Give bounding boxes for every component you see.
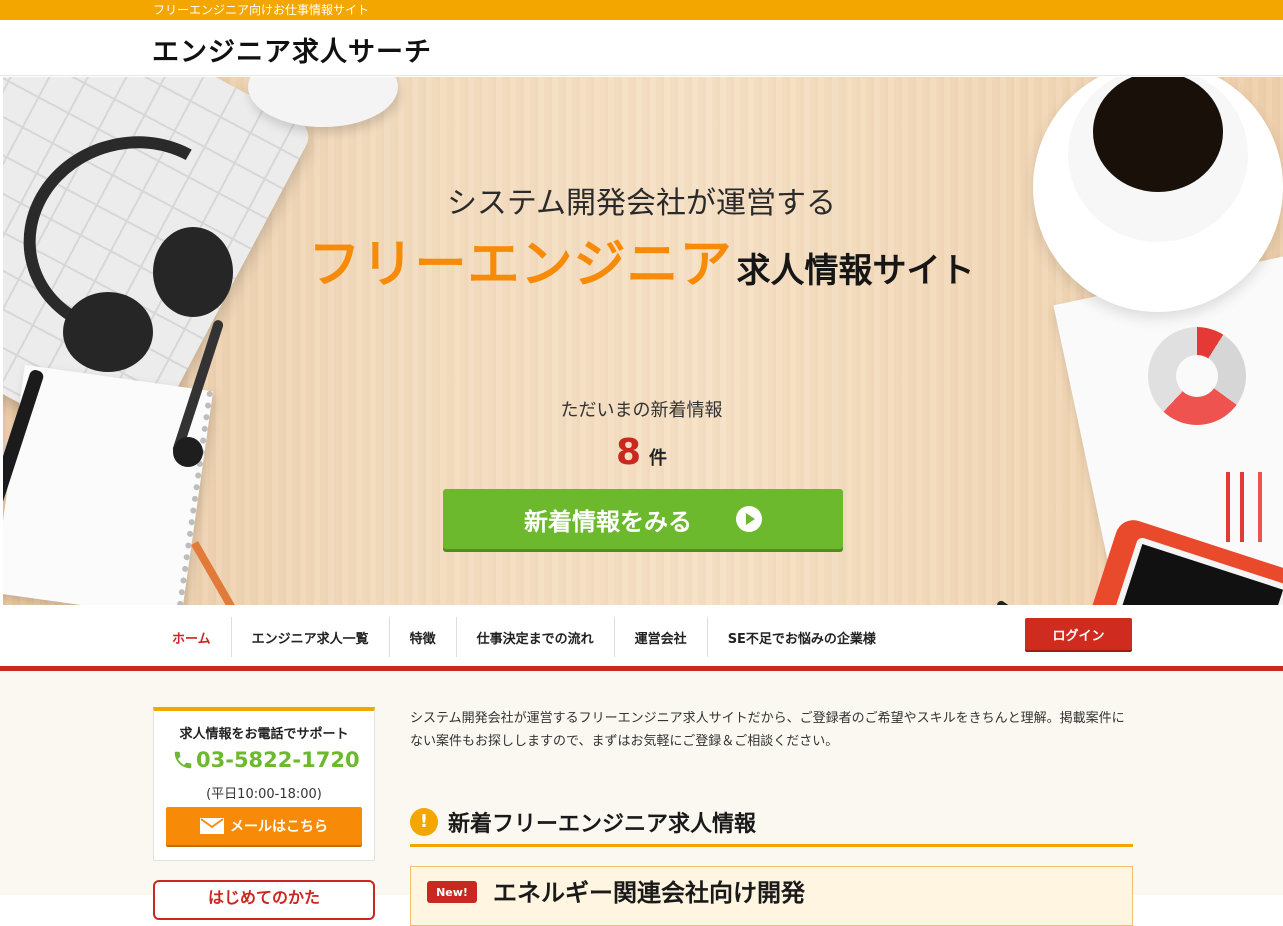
bar-chart-image <box>1218 472 1278 542</box>
nav-item-company[interactable]: 運営会社 <box>615 617 708 657</box>
section-heading: ! 新着フリーエンジニア求人情報 <box>410 799 1133 847</box>
play-circle-icon <box>736 506 762 532</box>
news-count: 8件 <box>0 432 1283 473</box>
view-news-button[interactable]: 新着情報をみる <box>443 489 843 549</box>
mail-button-label: メールはこちら <box>230 819 328 835</box>
news-count-number: 8 <box>615 432 642 473</box>
site-logo[interactable]: エンジニア求人サーチ <box>152 30 432 69</box>
hero-subtitle: システム開発会社が運営する <box>446 186 837 221</box>
hero-title-rest: 求人情報サイト <box>736 251 975 291</box>
mail-button[interactable]: メールはこちら <box>166 807 362 845</box>
view-news-button-label: 新着情報をみる <box>524 507 692 536</box>
support-phone[interactable]: 03-5822-1720 <box>172 747 360 773</box>
hero-title-accent: フリーエンジニア <box>308 235 733 295</box>
top-strip: フリーエンジニア向けお仕事情報サイト <box>0 0 1283 20</box>
job-card[interactable]: New! エネルギー関連会社向け開発 <box>410 866 1133 926</box>
support-hours: (平日10:00-18:00) <box>206 787 322 802</box>
nav-items: ホーム エンジニア求人一覧 特徴 仕事決定までの流れ 運営会社 SE不足でお悩み… <box>152 617 896 657</box>
header: エンジニア求人サーチ <box>0 20 1283 76</box>
support-title: 求人情報をお電話でサポート <box>179 727 349 742</box>
coffee-image <box>1093 77 1223 192</box>
mail-icon <box>200 818 224 834</box>
login-button[interactable]: ログイン <box>1025 618 1132 650</box>
nav-item-flow[interactable]: 仕事決定までの流れ <box>457 617 615 657</box>
alert-icon: ! <box>410 807 438 836</box>
beginner-link[interactable]: はじめてのかた <box>153 880 375 920</box>
nav-item-job-list[interactable]: エンジニア求人一覧 <box>232 617 390 657</box>
news-count-unit: 件 <box>649 448 668 469</box>
job-title[interactable]: エネルギー関連会社向け開発 <box>493 873 805 908</box>
beginner-label: はじめてのかた <box>207 888 320 907</box>
phone-support-box: 求人情報をお電話でサポート 03-5822-1720 (平日10:00-18:0… <box>153 707 375 861</box>
nav-item-home[interactable]: ホーム <box>152 617 232 657</box>
main-nav: ホーム エンジニア求人一覧 特徴 仕事決定までの流れ 運営会社 SE不足でお悩み… <box>0 605 1283 671</box>
intro-text: システム開発会社が運営するフリーエンジニア求人サイトだから、ご登録者のご希望やス… <box>410 711 1125 749</box>
nav-item-features[interactable]: 特徴 <box>390 617 457 657</box>
site-tagline: フリーエンジニア向けお仕事情報サイト <box>153 3 370 17</box>
headset-earcup-image <box>63 292 153 372</box>
section-heading-text: 新着フリーエンジニア求人情報 <box>448 811 757 837</box>
main-content: 求人情報をお電話でサポート 03-5822-1720 (平日10:00-18:0… <box>0 671 1283 926</box>
nav-item-for-companies[interactable]: SE不足でお悩みの企業様 <box>708 617 896 657</box>
phone-icon <box>174 751 192 769</box>
new-badge: New! <box>427 881 477 903</box>
support-phone-number: 03-5822-1720 <box>196 748 360 772</box>
hero-title: フリーエンジニア 求人情報サイト <box>0 222 1283 297</box>
news-label: ただいまの新着情報 <box>560 400 723 421</box>
